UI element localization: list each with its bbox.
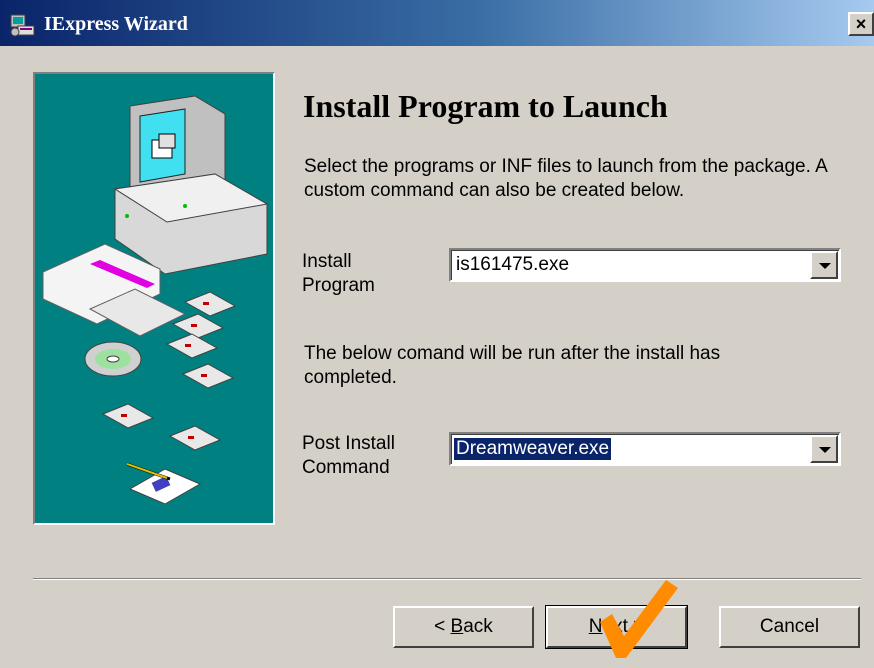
chevron-down-icon — [819, 263, 831, 269]
next-button[interactable]: Next > — [545, 605, 688, 649]
install-program-label-line1: Install — [302, 251, 352, 272]
close-icon: × — [855, 13, 867, 34]
iexpress-app-icon — [10, 14, 35, 37]
install-program-label-line2: Program — [302, 275, 375, 296]
wizard-illustration — [33, 72, 275, 525]
next-button-label: Next > — [588, 616, 645, 637]
post-install-label-line2: Command — [302, 457, 390, 478]
post-install-label-line1: Post Install — [302, 433, 395, 454]
post-install-note: The below comand will be run after the i… — [304, 343, 721, 388]
back-button[interactable]: < Back — [393, 606, 534, 648]
window-title: IExpress Wizard — [44, 13, 188, 35]
install-program-label: Install Program — [302, 250, 375, 298]
title-bar[interactable]: IExpress Wizard × — [0, 0, 874, 46]
chevron-down-icon — [819, 447, 831, 453]
post-install-command-value[interactable]: Dreamweaver.exe — [454, 438, 612, 460]
setup-illustration-image — [42, 95, 269, 505]
close-button[interactable]: × — [848, 12, 874, 36]
install-program-dropdown-button[interactable] — [810, 251, 838, 279]
post-install-command-combobox[interactable]: Dreamweaver.exe — [449, 432, 841, 466]
post-install-dropdown-button[interactable] — [810, 435, 838, 463]
cancel-button-label: Cancel — [759, 616, 820, 637]
back-button-label: < Back — [434, 616, 493, 637]
install-program-combobox[interactable]: is161475.exe — [449, 248, 841, 282]
post-install-label: Post Install Command — [302, 432, 395, 480]
page-heading: Install Program to Launch — [303, 88, 668, 124]
cancel-button[interactable]: Cancel — [719, 606, 860, 648]
install-program-value[interactable]: is161475.exe — [454, 254, 571, 276]
iexpress-wizard-window: IExpress Wizard × Install Program to Lau… — [0, 0, 874, 668]
button-separator — [33, 578, 861, 580]
page-description: Select the programs or INF files to laun… — [304, 156, 827, 201]
